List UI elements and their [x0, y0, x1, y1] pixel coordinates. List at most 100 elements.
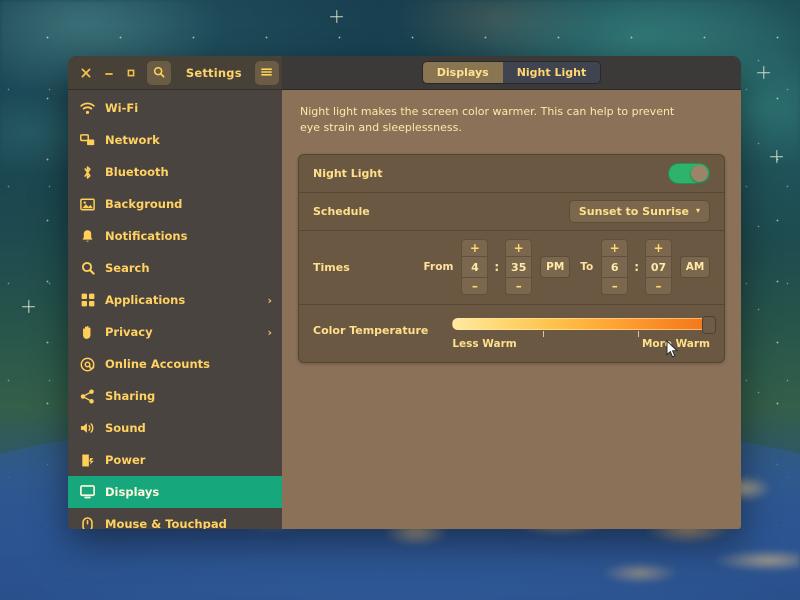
close-button[interactable]: [76, 62, 97, 84]
sidebar-item-applications[interactable]: Applications ›: [68, 284, 282, 316]
main-menu-button[interactable]: [254, 60, 280, 85]
to-hour-increment[interactable]: +: [601, 239, 629, 257]
to-time-group: To + 6 – : + 07 – AM: [578, 239, 710, 296]
network-icon: [80, 133, 95, 148]
slider-track[interactable]: [452, 315, 716, 334]
from-time-group: From + 4 – : + 35 – PM: [422, 239, 571, 296]
sidebar-item-power[interactable]: Power: [68, 444, 282, 476]
settings-card: Night Light Schedule Sunset to Sunrise ▾: [298, 153, 725, 363]
from-minute-value[interactable]: 35: [505, 256, 533, 279]
from-minute-stepper[interactable]: + 35 –: [505, 239, 533, 296]
tab-displays[interactable]: Displays: [422, 62, 503, 83]
sidebar-item-label: Wi-Fi: [105, 101, 139, 115]
from-hour-decrement[interactable]: –: [461, 278, 489, 296]
sidebar-item-sharing[interactable]: Sharing: [68, 380, 282, 412]
power-plug-icon: [80, 453, 95, 468]
times-label: Times: [313, 260, 350, 274]
tab-displays-label: Displays: [436, 66, 489, 79]
speaker-icon: [80, 421, 95, 436]
slider-ticks: [452, 330, 710, 339]
sidebar-item-label: Notifications: [105, 229, 188, 243]
window-title: Settings: [185, 65, 242, 80]
from-minute-increment[interactable]: +: [505, 239, 533, 257]
slider-max-label: More Warm: [641, 337, 710, 350]
from-hour-stepper[interactable]: + 4 –: [461, 239, 489, 296]
sidebar-item-label: Applications: [105, 293, 186, 307]
sidebar-item-background[interactable]: Background: [68, 188, 282, 220]
sidebar-item-label: Sharing: [105, 389, 156, 403]
sidebar-item-label: Privacy: [105, 325, 153, 339]
to-hour-value[interactable]: 6: [601, 256, 629, 279]
share-icon: [80, 388, 95, 404]
to-hour-decrement[interactable]: –: [601, 278, 629, 296]
row-night-light: Night Light: [299, 155, 724, 193]
view-tabs: Displays Night Light: [421, 61, 602, 84]
schedule-label: Schedule: [313, 204, 370, 218]
chevron-right-icon: ›: [267, 293, 272, 307]
applications-icon: [80, 293, 95, 308]
sidebar-item-network[interactable]: Network: [68, 124, 282, 156]
search-icon: [80, 261, 95, 276]
bright-star-icon: [330, 10, 343, 23]
hamburger-menu-icon: [260, 63, 273, 82]
bluetooth-icon: [80, 165, 95, 180]
chevron-down-icon: ▾: [695, 206, 700, 216]
from-meridiem-toggle[interactable]: PM: [540, 256, 571, 279]
maximize-button[interactable]: [121, 62, 142, 84]
bright-star-icon: [757, 66, 770, 79]
sidebar-item-label: Network: [105, 133, 160, 147]
window-titlebar: Settings Displays Night Light: [68, 56, 741, 90]
from-hour-increment[interactable]: +: [461, 239, 489, 257]
at-sign-icon: [80, 357, 95, 372]
sidebar-item-search[interactable]: Search: [68, 252, 282, 284]
sidebar-item-mouse-and-touchpad[interactable]: Mouse & Touchpad: [68, 508, 282, 529]
color-temperature-label: Color Temperature: [313, 323, 429, 337]
sidebar-item-wi-fi[interactable]: Wi-Fi: [68, 92, 282, 124]
sidebar-item-label: Mouse & Touchpad: [105, 517, 227, 529]
to-minute-decrement[interactable]: –: [645, 278, 672, 296]
toggle-knob: [691, 164, 708, 182]
settings-window: Settings Displays Night Light Wi-Fi Netw…: [68, 56, 741, 529]
tab-night-light-label: Night Light: [516, 66, 587, 79]
sidebar-item-bluetooth[interactable]: Bluetooth: [68, 156, 282, 188]
row-color-temperature: Color Temperature Less Warm More Warm: [299, 305, 724, 362]
window-body: Wi-Fi Network Bluetooth Background Notif…: [68, 90, 741, 529]
sidebar-item-label: Online Accounts: [105, 357, 210, 371]
sidebar-item-label: Power: [105, 453, 146, 467]
wifi-icon: [80, 101, 95, 116]
schedule-dropdown[interactable]: Sunset to Sunrise ▾: [568, 199, 710, 223]
night-light-toggle[interactable]: [668, 162, 710, 184]
to-minute-increment[interactable]: +: [645, 239, 672, 257]
titlebar-right-section: Displays Night Light: [282, 56, 741, 90]
sidebar-item-online-accounts[interactable]: Online Accounts: [68, 348, 282, 380]
titlebar-left-section: Settings: [68, 56, 282, 90]
color-temperature-slider[interactable]: Less Warm More Warm: [452, 315, 716, 350]
from-hour-value[interactable]: 4: [461, 256, 489, 279]
sidebar-item-privacy[interactable]: Privacy ›: [68, 316, 282, 348]
sidebar-item-sound[interactable]: Sound: [68, 412, 282, 444]
panel-description: Night light makes the screen color warme…: [300, 105, 675, 134]
to-meridiem-toggle[interactable]: AM: [680, 256, 710, 279]
chevron-right-icon: ›: [267, 325, 272, 339]
settings-sidebar[interactable]: Wi-Fi Network Bluetooth Background Notif…: [68, 90, 282, 529]
to-hour-stepper[interactable]: + 6 –: [601, 239, 629, 296]
bright-star-icon: [770, 150, 783, 163]
from-label: From: [423, 261, 454, 274]
bell-icon: [80, 229, 95, 244]
minimize-button[interactable]: [99, 62, 120, 84]
to-minute-stepper[interactable]: + 07 –: [645, 239, 672, 296]
from-minute-decrement[interactable]: –: [505, 278, 533, 296]
sidebar-item-notifications[interactable]: Notifications: [68, 220, 282, 252]
bright-star-icon: [22, 300, 35, 313]
search-button[interactable]: [146, 60, 171, 85]
from-time-separator: :: [494, 259, 500, 274]
to-minute-value[interactable]: 07: [645, 256, 672, 279]
sidebar-item-label: Search: [105, 261, 150, 275]
schedule-dropdown-value: Sunset to Sunrise: [578, 204, 689, 218]
tab-night-light[interactable]: Night Light: [502, 62, 601, 83]
slider-end-labels: Less Warm More Warm: [452, 338, 710, 350]
slider-min-label: Less Warm: [452, 337, 517, 350]
sidebar-item-label: Sound: [105, 421, 146, 435]
sidebar-item-displays[interactable]: Displays: [68, 476, 282, 508]
sidebar-item-label: Bluetooth: [105, 165, 169, 179]
